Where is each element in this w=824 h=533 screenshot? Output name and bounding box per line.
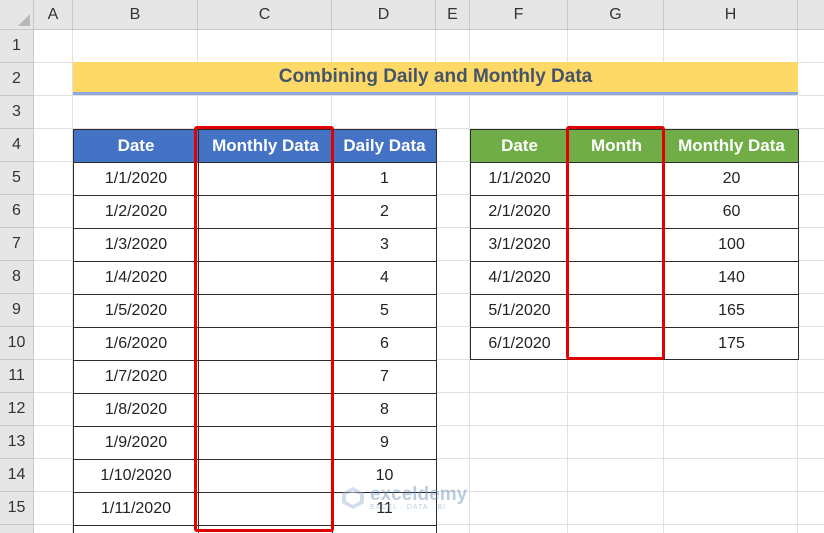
gridline (34, 95, 824, 96)
row-header-11[interactable]: 11 (0, 360, 34, 393)
table-border (436, 129, 437, 533)
row-header-3[interactable]: 3 (0, 96, 34, 129)
daily-date-cell[interactable]: 1/1/2020 (73, 162, 198, 195)
row-header-2[interactable]: 2 (0, 63, 34, 96)
monthly-date-cell[interactable]: 5/1/2020 (470, 294, 568, 327)
monthly-month-cell[interactable] (568, 195, 664, 228)
daily-value-cell[interactable]: 5 (332, 294, 436, 327)
select-all-corner[interactable] (0, 0, 34, 30)
daily-date-cell[interactable]: 1/2/2020 (73, 195, 198, 228)
daily-value-cell[interactable]: 8 (332, 393, 436, 426)
daily-monthly-cell[interactable] (198, 162, 332, 195)
monthly-month-cell[interactable] (568, 261, 664, 294)
daily-value-cell[interactable]: 9 (332, 426, 436, 459)
daily-header-date[interactable]: Date (73, 129, 198, 162)
monthly-month-cell[interactable] (568, 327, 664, 360)
column-header-next[interactable] (798, 0, 824, 30)
daily-date-cell[interactable]: 1/10/2020 (73, 459, 198, 492)
sheet-title[interactable]: Combining Daily and Monthly Data (73, 62, 798, 95)
watermark-tagline: EXCEL · DATA · BI (370, 504, 446, 511)
daily-header-daily-data[interactable]: Daily Data (332, 129, 436, 162)
daily-monthly-cell[interactable] (198, 327, 332, 360)
row-header-13[interactable]: 13 (0, 426, 34, 459)
daily-value-cell[interactable]: 3 (332, 228, 436, 261)
row-header-14[interactable]: 14 (0, 459, 34, 492)
daily-value-cell[interactable]: 1 (332, 162, 436, 195)
monthly-date-cell[interactable]: 3/1/2020 (470, 228, 568, 261)
daily-monthly-cell[interactable] (198, 459, 332, 492)
monthly-month-cell[interactable] (568, 294, 664, 327)
row-header-5[interactable]: 5 (0, 162, 34, 195)
column-header-f[interactable]: F (470, 0, 568, 30)
column-header-a[interactable]: A (34, 0, 73, 30)
monthly-value-cell[interactable]: 20 (664, 162, 798, 195)
daily-date-cell[interactable]: 1/8/2020 (73, 393, 198, 426)
daily-monthly-cell[interactable] (198, 492, 332, 525)
daily-monthly-cell[interactable] (198, 360, 332, 393)
row-header-12[interactable]: 12 (0, 393, 34, 426)
column-header-b[interactable]: B (73, 0, 198, 30)
monthly-date-cell[interactable]: 6/1/2020 (470, 327, 568, 360)
daily-monthly-cell[interactable] (198, 525, 332, 533)
monthly-date-cell[interactable]: 1/1/2020 (470, 162, 568, 195)
daily-date-cell[interactable]: 1/7/2020 (73, 360, 198, 393)
daily-value-cell[interactable]: 2 (332, 195, 436, 228)
monthly-value-cell[interactable]: 100 (664, 228, 798, 261)
daily-value-cell[interactable] (332, 525, 436, 533)
spreadsheet: A B C D E F G H 1 2 3 4 5 6 7 8 9 10 11 … (0, 0, 824, 533)
monthly-month-cell[interactable] (568, 228, 664, 261)
watermark: exceldemy EXCEL · DATA · BI (340, 485, 467, 511)
row-header-6[interactable]: 6 (0, 195, 34, 228)
daily-date-cell[interactable]: 1/5/2020 (73, 294, 198, 327)
table-border (798, 129, 799, 360)
table-border (470, 359, 799, 360)
monthly-value-cell[interactable]: 60 (664, 195, 798, 228)
select-all-icon (18, 14, 30, 26)
monthly-header-date[interactable]: Date (470, 129, 568, 162)
daily-date-cell[interactable]: 1/4/2020 (73, 261, 198, 294)
daily-date-cell[interactable]: 1/11/2020 (73, 492, 198, 525)
column-header-c[interactable]: C (198, 0, 332, 30)
daily-monthly-cell[interactable] (198, 195, 332, 228)
monthly-header-month[interactable]: Month (568, 129, 664, 162)
daily-value-cell[interactable]: 4 (332, 261, 436, 294)
daily-date-cell[interactable]: 1/6/2020 (73, 327, 198, 360)
monthly-header-monthly-data[interactable]: Monthly Data (664, 129, 798, 162)
daily-value-cell[interactable]: 6 (332, 327, 436, 360)
row-header-9[interactable]: 9 (0, 294, 34, 327)
daily-monthly-cell[interactable] (198, 228, 332, 261)
exceldemy-logo-icon (342, 487, 364, 509)
row-header-10[interactable]: 10 (0, 327, 34, 360)
row-header-15[interactable]: 15 (0, 492, 34, 525)
column-header-e[interactable]: E (436, 0, 470, 30)
row-header-4[interactable]: 4 (0, 129, 34, 162)
row-header-7[interactable]: 7 (0, 228, 34, 261)
daily-date-cell[interactable]: 1/9/2020 (73, 426, 198, 459)
daily-header-monthly-data[interactable]: Monthly Data (198, 129, 332, 162)
watermark-name: exceldemy (370, 484, 468, 505)
monthly-value-cell[interactable]: 165 (664, 294, 798, 327)
daily-monthly-cell[interactable] (198, 261, 332, 294)
column-header-h[interactable]: H (664, 0, 798, 30)
monthly-value-cell[interactable]: 175 (664, 327, 798, 360)
monthly-month-cell[interactable] (568, 162, 664, 195)
row-header-1[interactable]: 1 (0, 30, 34, 63)
daily-monthly-cell[interactable] (198, 426, 332, 459)
monthly-date-cell[interactable]: 2/1/2020 (470, 195, 568, 228)
daily-value-cell[interactable]: 7 (332, 360, 436, 393)
row-header-16[interactable] (0, 525, 34, 533)
daily-date-cell[interactable]: 1/3/2020 (73, 228, 198, 261)
daily-monthly-cell[interactable] (198, 294, 332, 327)
column-header-d[interactable]: D (332, 0, 436, 30)
daily-monthly-cell[interactable] (198, 393, 332, 426)
row-header-8[interactable]: 8 (0, 261, 34, 294)
monthly-date-cell[interactable]: 4/1/2020 (470, 261, 568, 294)
monthly-value-cell[interactable]: 140 (664, 261, 798, 294)
daily-date-cell[interactable] (73, 525, 198, 533)
column-header-g[interactable]: G (568, 0, 664, 30)
